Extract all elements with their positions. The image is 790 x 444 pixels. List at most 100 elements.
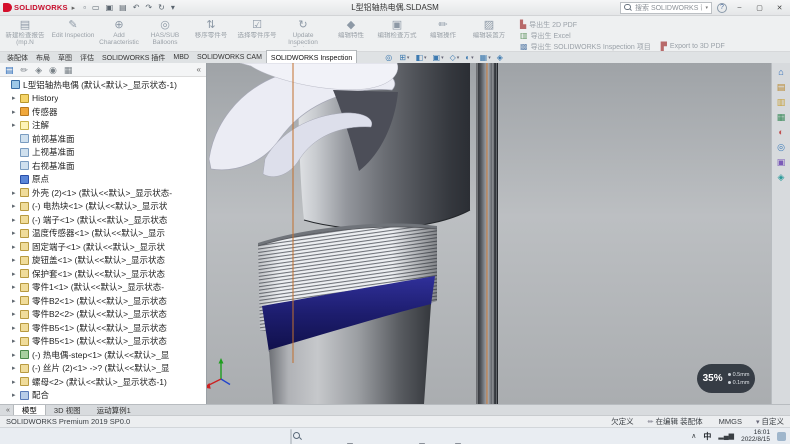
feature-tree-item[interactable]: ▸ 配合 xyxy=(0,389,206,403)
update-inspection-project-button[interactable]: ↻ Update Inspection Project xyxy=(280,17,326,50)
3d-model-canvas[interactable] xyxy=(207,63,771,404)
configurationmanager-tab-icon[interactable]: ◈ xyxy=(35,65,42,75)
network-volume-icon[interactable]: ▂▄▆ xyxy=(718,432,734,440)
feature-tree-item[interactable]: ▸ 传感器 xyxy=(0,105,206,119)
renumber-balloons-button[interactable]: ⇅ 移序零件号 xyxy=(188,17,234,50)
tab-layout[interactable]: 布局 xyxy=(32,52,54,63)
feature-tree-item[interactable]: ▸ (-) 丝片 (2)<1> ->? (默认<<默认>_显 xyxy=(0,362,206,376)
open-file-icon[interactable]: ▭ xyxy=(92,3,100,12)
widgets-button[interactable] xyxy=(326,430,338,442)
zoom-fit-icon[interactable]: ◎ xyxy=(385,53,393,62)
status-custom[interactable]: ▾ 自定义 xyxy=(756,416,784,427)
displaymanager-tab-icon[interactable]: ▦ xyxy=(64,65,73,75)
feature-tree-item[interactable]: ▸ (-) 端子<1> (默认<<默认>_显示状态 xyxy=(0,213,206,227)
feature-tree-item[interactable]: ▸ 外壳 (2)<1> (默认<<默认>_显示状态- xyxy=(0,186,206,200)
tab-scroll-left-icon[interactable]: « xyxy=(3,405,13,415)
feature-tree-item[interactable]: ▸ 零件1<1> (默认<<默认>_显示状态- xyxy=(0,281,206,295)
dimxpertmanager-tab-icon[interactable]: ◉ xyxy=(49,65,57,75)
expand-arrow-icon[interactable]: ▸ xyxy=(12,297,20,305)
solidworks-button[interactable] xyxy=(416,430,428,442)
status-editing-assembly[interactable]: ✏ 在编辑 装配体 xyxy=(648,416,703,427)
save-icon[interactable]: ▣ xyxy=(106,3,114,12)
feature-tree-item[interactable]: ▸ 零件B5<1> (默认<<默认>_显示状态 xyxy=(0,335,206,349)
tab-solidworks-cam[interactable]: SOLIDWORKS CAM xyxy=(193,52,266,63)
section-view-icon[interactable]: ◧ ▾ xyxy=(415,53,426,62)
feature-tree-item[interactable]: ▸ History xyxy=(0,92,206,106)
minimize-button[interactable]: – xyxy=(732,1,747,14)
search-button[interactable] xyxy=(290,430,302,442)
solidworks-resources-icon[interactable]: ⌂ xyxy=(778,67,783,77)
edit-operations-button[interactable]: ✏ 编辑操作 xyxy=(420,17,466,50)
tab-mbd[interactable]: MBD xyxy=(169,52,193,63)
browser-button[interactable] xyxy=(380,430,392,442)
view-orientation-icon[interactable]: ▣ ▾ xyxy=(433,53,444,62)
feature-tree-item[interactable]: 上视基准面 xyxy=(0,146,206,160)
tab-sketch[interactable]: 草图 xyxy=(54,52,76,63)
maximize-button[interactable]: ▢ xyxy=(752,1,767,14)
display-style-icon[interactable]: ◇ ▾ xyxy=(450,53,460,62)
feature-tree-item[interactable]: ▸ (-) 电热块<1> (默认<<默认>_显示状 xyxy=(0,200,206,214)
feature-tree-item[interactable]: ▸ (-) 热电偶-step<1> (默认<<默认>_显 xyxy=(0,348,206,362)
tab-solidworks-addins[interactable]: SOLIDWORKS 插件 xyxy=(98,52,169,63)
new-file-icon[interactable]: ▫ xyxy=(83,3,86,12)
wechat-button[interactable] xyxy=(452,430,464,442)
expand-arrow-icon[interactable]: ▸ xyxy=(12,351,20,359)
custom-properties-icon[interactable]: ▣ xyxy=(777,157,786,167)
edit-inspection-button[interactable]: ✎ Edit Inspection xyxy=(50,17,96,50)
expand-arrow-icon[interactable]: ▸ xyxy=(12,216,20,224)
expand-arrow-icon[interactable]: ▸ xyxy=(12,256,20,264)
notification-center-icon[interactable] xyxy=(777,432,786,441)
export-inspection-project-button[interactable]: ▩ 导出生 SOLIDWORKS Inspection 项目 xyxy=(520,41,651,52)
appearances-icon[interactable]: ◐ xyxy=(778,127,783,137)
inspection-addin-icon[interactable]: ◈ xyxy=(778,172,785,182)
add-edit-balloons-button[interactable]: ◎ HAS/SUB Balloons xyxy=(142,17,188,50)
search-caret-icon[interactable]: ▾ xyxy=(705,5,708,11)
expand-arrow-icon[interactable]: ▸ xyxy=(12,283,20,291)
export-2d-pdf-button[interactable]: ▙ 导出生 2D PDF xyxy=(520,19,651,30)
expand-arrow-icon[interactable]: ▸ xyxy=(12,337,20,345)
feature-tree-item[interactable]: ▸ 旋钮盖<1> (默认<<默认>_显示状态 xyxy=(0,254,206,268)
expand-arrow-icon[interactable]: ▸ xyxy=(12,378,20,386)
options-caret-icon[interactable]: ▾ xyxy=(171,3,175,12)
mail-button[interactable] xyxy=(398,430,410,442)
select-balloons-button[interactable]: ☑ 选择零件序号 xyxy=(234,17,280,50)
expand-arrow-icon[interactable]: ▸ xyxy=(12,243,20,251)
feature-tree-item[interactable]: ▸ 保护套<1> (默认<<默认>_显示状态 xyxy=(0,267,206,281)
start-button[interactable] xyxy=(272,430,284,442)
ime-indicator[interactable]: 中 xyxy=(703,431,711,442)
feature-tree-item[interactable]: ▸ 螺母<2> (默认<<默认>_显示状态-1) xyxy=(0,375,206,389)
solidworks-logo[interactable]: SOLIDWORKS xyxy=(3,3,68,12)
undo-icon[interactable]: ↶ xyxy=(133,3,140,12)
expand-arrow-icon[interactable]: ▸ xyxy=(12,270,20,278)
file-explorer-button[interactable] xyxy=(344,430,356,442)
help-button[interactable]: ? xyxy=(717,3,727,13)
feature-tree-item[interactable]: ▸ 零件B5<1> (默认<<默认>_显示状态 xyxy=(0,321,206,335)
expand-arrow-icon[interactable]: ▸ xyxy=(12,108,20,116)
tab-solidworks-inspection[interactable]: SOLIDWORKS Inspection xyxy=(266,50,357,63)
graphics-viewport[interactable]: 35% 0.5mm 0.1mm xyxy=(207,63,771,404)
print-icon[interactable]: ▤ xyxy=(119,3,127,12)
collapse-panel-icon[interactable]: « xyxy=(197,65,201,74)
menu-expand-icon[interactable]: ▸ xyxy=(72,4,76,12)
word-button[interactable] xyxy=(434,430,446,442)
expand-arrow-icon[interactable]: ▸ xyxy=(12,324,20,332)
export-excel-button[interactable]: ▥ 导出生 Excel xyxy=(520,30,651,41)
app-purple-button[interactable] xyxy=(488,430,500,442)
search-input[interactable]: 搜索 SOLIDWORKS 帮助 ▾ xyxy=(620,2,712,14)
add-characteristic-button[interactable]: ⊕ Add Characteristic xyxy=(96,17,142,50)
zoom-area-icon[interactable]: ⊞ ▾ xyxy=(399,53,409,62)
new-inspection-project-button[interactable]: ▤ 新建检查报告(mp.N xyxy=(2,17,48,50)
expand-arrow-icon[interactable]: ▸ xyxy=(12,391,20,399)
export-3d-pdf-button[interactable]: ▛ Export to 3D PDF xyxy=(661,41,731,52)
rebuild-icon[interactable]: ↻ xyxy=(158,3,165,12)
qq-button[interactable] xyxy=(470,430,482,442)
feature-tree-item[interactable]: L型铝轴热电偶 (默认<默认>_显示状态-1) xyxy=(0,78,206,92)
design-library-icon[interactable]: ▤ xyxy=(777,82,786,92)
expand-arrow-icon[interactable]: ▸ xyxy=(12,189,20,197)
status-units[interactable]: MMGS xyxy=(717,417,742,426)
edit-characteristics-button[interactable]: ◆ 编辑特性 xyxy=(328,17,374,50)
apply-scene-icon[interactable]: ◈ xyxy=(497,53,504,62)
close-button[interactable]: ✕ xyxy=(772,1,787,14)
hide-show-items-icon[interactable]: ◐ ▾ xyxy=(465,53,473,62)
feature-tree-item[interactable]: ▸ 温度传感器<1> (默认<<默认>_显示 xyxy=(0,227,206,241)
